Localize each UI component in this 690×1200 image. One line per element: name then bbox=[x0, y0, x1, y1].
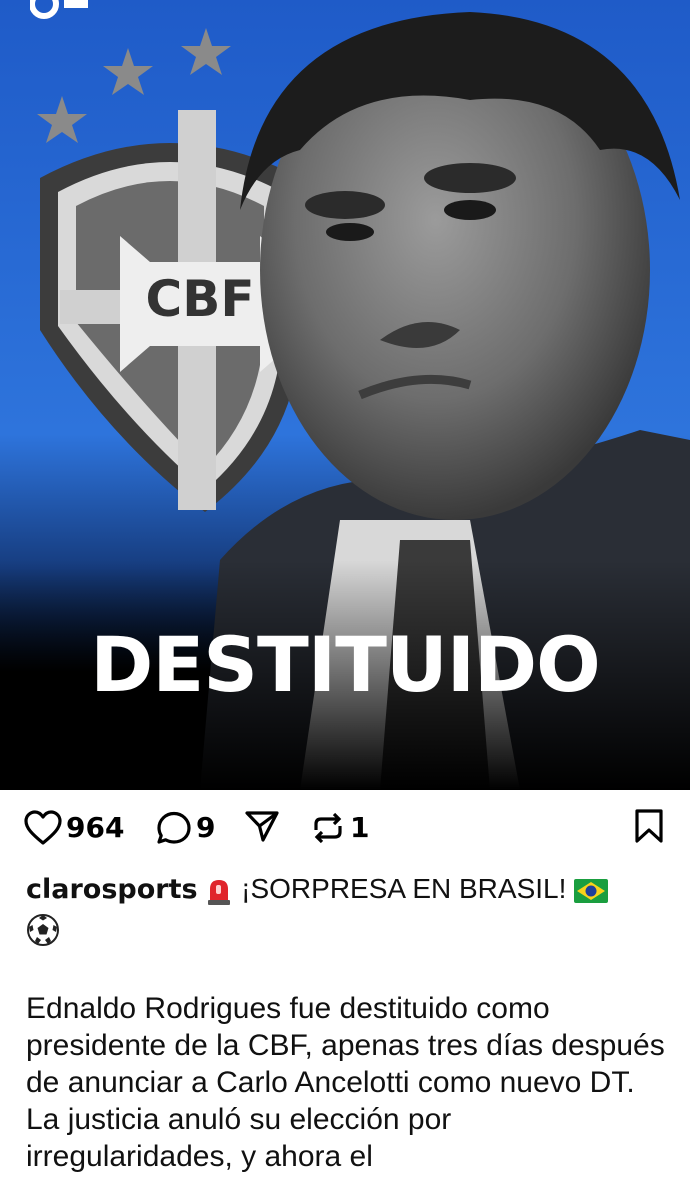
heart-icon bbox=[24, 810, 62, 845]
brand-logo bbox=[30, 0, 88, 19]
caption-username[interactable]: clarosports bbox=[26, 874, 198, 905]
comment-icon bbox=[157, 811, 191, 844]
brazil-flag-icon bbox=[574, 878, 609, 903]
comment-button[interactable]: 9 bbox=[156, 808, 215, 848]
caption-body: Ednaldo Rodrigues fue destituido como pr… bbox=[26, 992, 665, 1173]
caption: clarosports ¡SORPRESA EN BRASIL! bbox=[26, 870, 666, 947]
soccer-ball-icon bbox=[27, 913, 59, 946]
siren-emoji-icon bbox=[208, 879, 231, 905]
post-headline: DESTITUIDO bbox=[90, 620, 600, 709]
action-bar: 964 9 1 bbox=[0, 800, 690, 860]
like-button[interactable]: 964 bbox=[24, 808, 124, 848]
bookmark-icon bbox=[635, 809, 663, 843]
send-icon bbox=[245, 811, 279, 842]
crest-text: CBF bbox=[146, 270, 255, 328]
like-count: 964 bbox=[66, 811, 125, 844]
share-button[interactable] bbox=[244, 808, 280, 844]
post-image[interactable]: CBF DESTITUIDO bbox=[0, 0, 690, 790]
repost-icon bbox=[314, 812, 342, 844]
save-button[interactable] bbox=[634, 808, 664, 844]
repost-count: 1 bbox=[350, 811, 370, 844]
caption-headline: ¡SORPRESA EN BRASIL! bbox=[241, 873, 567, 904]
comment-count: 9 bbox=[196, 811, 216, 844]
repost-button[interactable]: 1 bbox=[310, 808, 369, 848]
